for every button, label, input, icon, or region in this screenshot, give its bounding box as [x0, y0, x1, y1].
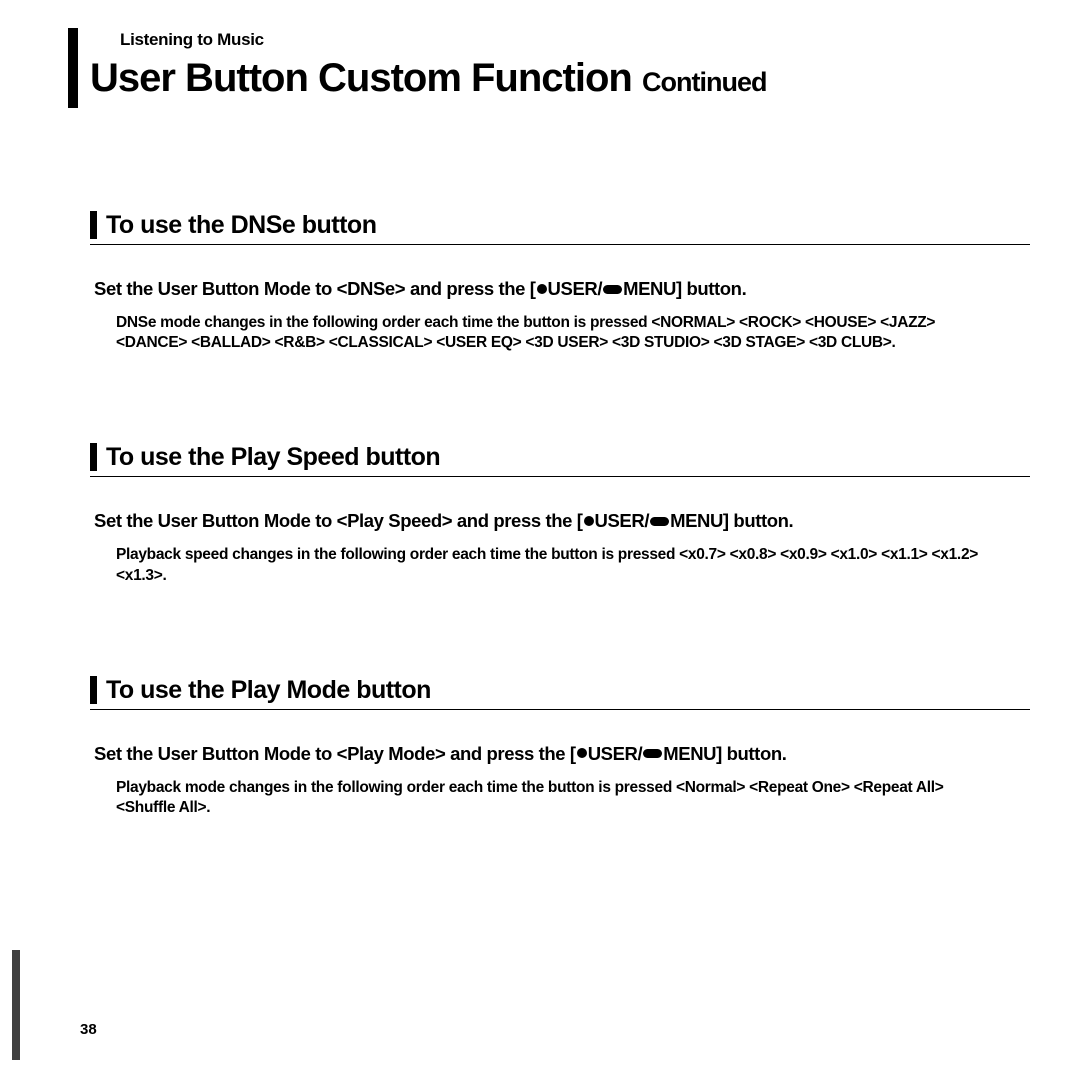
intro-post: MENU] button.	[623, 278, 746, 299]
page-title-continued: Continued	[642, 67, 766, 97]
section-dnse: To use the DNSe button Set the User Butt…	[90, 211, 1030, 353]
bar-icon	[650, 517, 669, 526]
dot-icon	[537, 284, 547, 294]
dot-icon	[584, 516, 594, 526]
section-detail: Playback mode changes in the following o…	[116, 778, 1000, 818]
intro-mid: USER/	[595, 510, 650, 531]
side-tab	[12, 950, 20, 1060]
section-play-speed: To use the Play Speed button Set the Use…	[90, 443, 1030, 585]
section-title: To use the Play Speed button	[106, 443, 1030, 472]
page-number: 38	[80, 1021, 97, 1038]
section-header: To use the Play Mode button	[90, 676, 1030, 710]
section-header: To use the DNSe button	[90, 211, 1030, 245]
section-header-bar	[90, 676, 97, 704]
intro-mid: USER/	[548, 278, 603, 299]
intro-pre: Set the User Button Mode to <DNSe> and p…	[94, 278, 536, 299]
section-detail: Playback speed changes in the following …	[116, 545, 1000, 585]
section-title: To use the DNSe button	[106, 211, 1030, 240]
intro-post: MENU] button.	[670, 510, 793, 531]
section-header-bar	[90, 443, 97, 471]
section-intro: Set the User Button Mode to <DNSe> and p…	[94, 277, 1030, 301]
section-intro: Set the User Button Mode to <Play Speed>…	[94, 509, 1030, 533]
intro-mid: USER/	[588, 743, 643, 764]
section-title: To use the Play Mode button	[106, 676, 1030, 705]
page-title-main: User Button Custom Function	[90, 56, 632, 100]
bar-icon	[643, 749, 662, 758]
section-intro: Set the User Button Mode to <Play Mode> …	[94, 742, 1030, 766]
section-play-mode: To use the Play Mode button Set the User…	[90, 676, 1030, 818]
bar-icon	[603, 285, 622, 294]
section-header-bar	[90, 211, 97, 239]
dot-icon	[577, 748, 587, 758]
section-detail: DNSe mode changes in the following order…	[116, 313, 1000, 353]
section-header: To use the Play Speed button	[90, 443, 1030, 477]
intro-pre: Set the User Button Mode to <Play Mode> …	[94, 743, 576, 764]
intro-post: MENU] button.	[663, 743, 786, 764]
chapter-label: Listening to Music	[120, 30, 1030, 50]
intro-pre: Set the User Button Mode to <Play Speed>…	[94, 510, 583, 531]
title-vertical-bar	[68, 28, 78, 108]
page-title: User Button Custom Function Continued	[90, 56, 1030, 101]
